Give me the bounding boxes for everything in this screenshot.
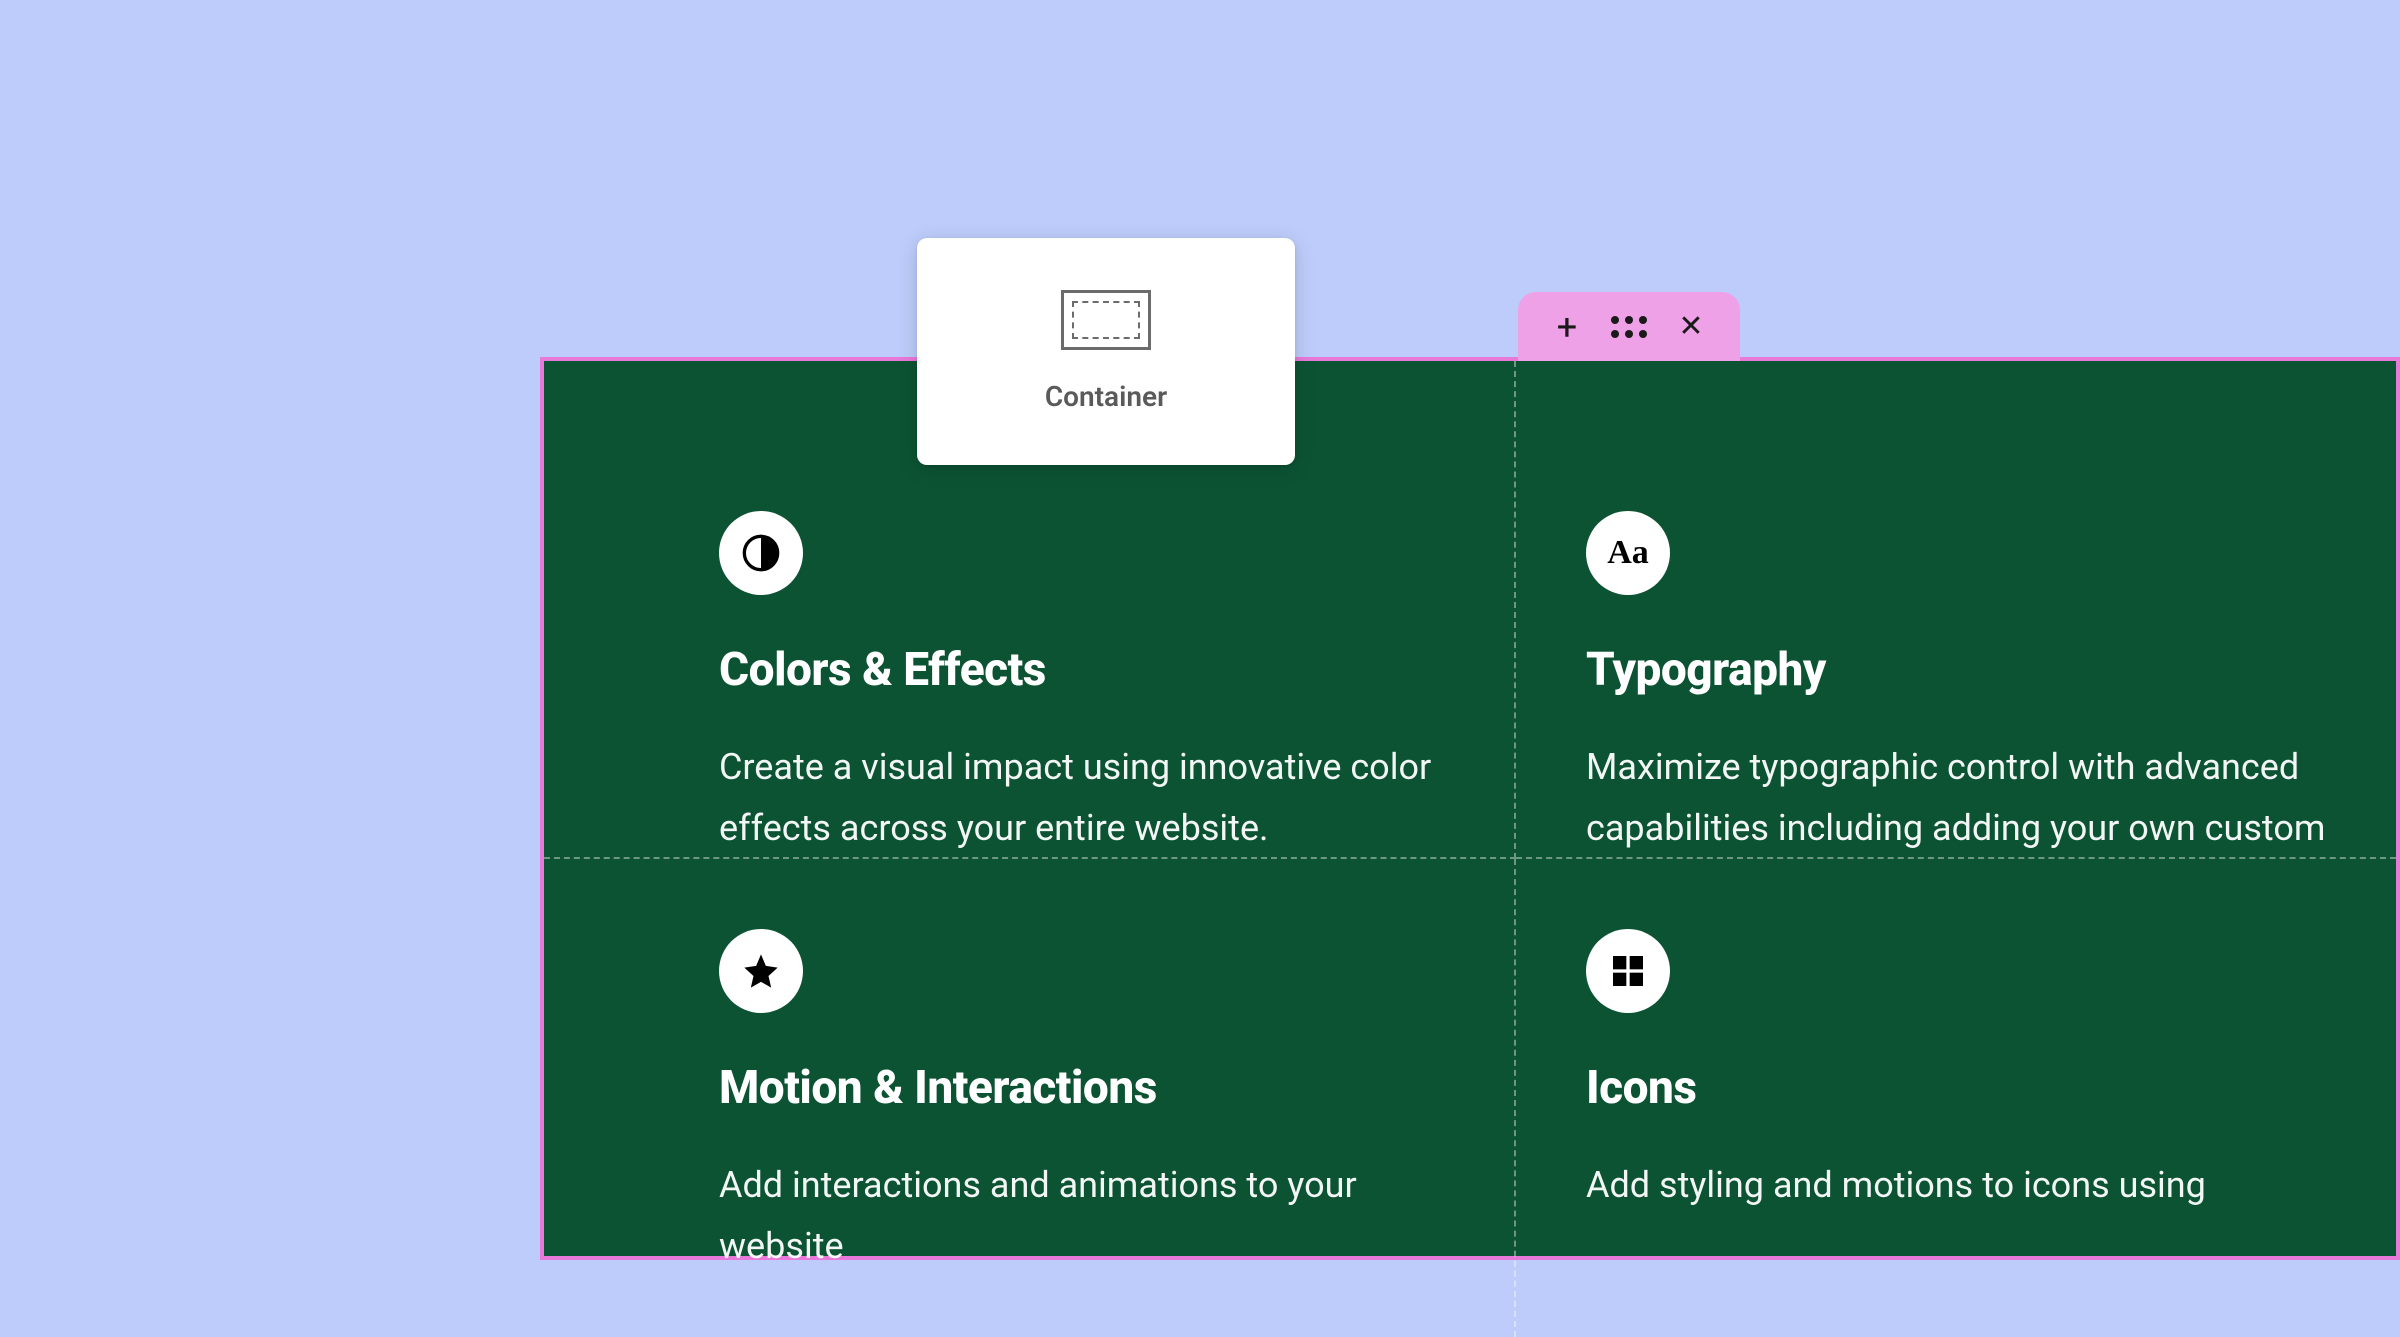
- grid-icon: [1586, 929, 1670, 1013]
- popover-label: Container: [1045, 380, 1167, 413]
- card-title: Icons: [1586, 1061, 2336, 1115]
- card-title: Typography: [1586, 643, 2336, 697]
- star-icon: [719, 929, 803, 1013]
- contrast-icon: [719, 511, 803, 595]
- feature-card-icons[interactable]: Icons Add styling and motions to icons u…: [1516, 859, 2396, 1337]
- container-icon: [1061, 290, 1151, 350]
- feature-card-typography[interactable]: Aa Typography Maximize typographic contr…: [1516, 361, 2396, 859]
- card-desc: Add interactions and animations to your …: [719, 1155, 1454, 1277]
- feature-card-motion[interactable]: Motion & Interactions Add interactions a…: [544, 859, 1516, 1337]
- feature-grid: Colors & Effects Create a visual impact …: [544, 361, 2396, 1256]
- card-title: Colors & Effects: [719, 643, 1454, 697]
- close-button[interactable]: ✕: [1673, 309, 1709, 345]
- card-title: Motion & Interactions: [719, 1061, 1454, 1115]
- close-icon: ✕: [1678, 312, 1703, 342]
- plus-icon: +: [1557, 309, 1577, 345]
- typography-icon: Aa: [1586, 511, 1670, 595]
- canvas-container[interactable]: Colors & Effects Create a visual impact …: [540, 357, 2400, 1260]
- card-desc: Add styling and motions to icons using: [1586, 1155, 2336, 1216]
- grip-icon: [1611, 316, 1647, 338]
- add-button[interactable]: +: [1549, 309, 1585, 345]
- card-desc: Maximize typographic control with advanc…: [1586, 737, 2336, 859]
- element-popover[interactable]: Container: [917, 238, 1295, 465]
- card-desc: Create a visual impact using innovative …: [719, 737, 1454, 859]
- drag-handle[interactable]: [1611, 309, 1647, 345]
- element-toolbar: + ✕: [1518, 292, 1740, 361]
